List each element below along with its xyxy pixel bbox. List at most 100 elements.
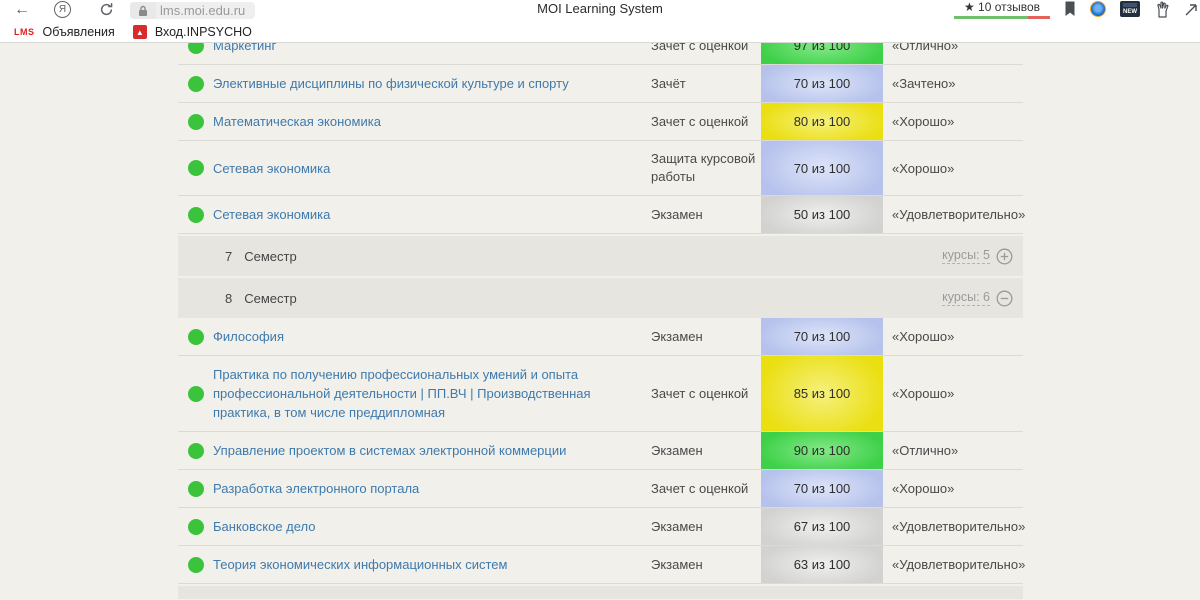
table-row-course: Элективные дисциплины по физической куль… [178, 65, 1023, 103]
status-dot-icon [188, 160, 204, 176]
expand-toggle-icon[interactable] [996, 248, 1013, 265]
address-bar[interactable]: lms.moi.edu.ru [156, 2, 255, 19]
shield-favicon: ▲ [133, 25, 147, 39]
lock-icon[interactable] [130, 2, 156, 19]
grade-label: «Хорошо» [883, 470, 1023, 507]
course-link[interactable]: Философия [213, 327, 284, 346]
table-row-course: Сетевая экономика Экзамен 50 из 100 «Удо… [178, 196, 1023, 234]
bookmarks-bar: LMS Объявления ▲ Вход.INPSYCHO [0, 22, 1200, 43]
control-type-label: Зачет с оценкой [651, 43, 761, 64]
course-link[interactable]: Банковское дело [213, 517, 316, 536]
control-type-label: Экзамен [651, 196, 761, 233]
sidebar-toggle-icon[interactable] [1184, 1, 1198, 22]
bookmark-inpsycho[interactable]: ▲ Вход.INPSYCHO [127, 25, 258, 39]
courses-count-link[interactable]: курсы: 6 [942, 290, 990, 306]
back-icon[interactable]: ← [8, 0, 36, 20]
course-link[interactable]: Сетевая экономика [213, 159, 330, 178]
score-value: 70 из 100 [794, 481, 851, 496]
score-cell: 90 из 100 [761, 432, 883, 469]
score-cell: 80 из 100 [761, 103, 883, 140]
yandex-icon[interactable]: Я [54, 1, 71, 18]
course-link[interactable]: Управление проектом в системах электронн… [213, 441, 566, 460]
bookmark-label: Вход.INPSYCHO [155, 25, 252, 39]
table-row-course: Философия Экзамен 70 из 100 «Хорошо» [178, 318, 1023, 356]
score-value: 70 из 100 [794, 161, 851, 176]
status-dot-icon [188, 43, 204, 54]
semester-number: 7 [225, 249, 232, 264]
score-cell: 70 из 100 [761, 318, 883, 355]
course-link[interactable]: Практика по получению профессиональных у… [213, 365, 606, 422]
browser-window: ← Я lms.moi.edu.ru MOI Learning System ★… [0, 0, 1200, 600]
status-dot-icon [188, 329, 204, 345]
course-link[interactable]: Математическая экономика [213, 112, 381, 131]
extension-blue-icon[interactable] [1090, 1, 1106, 17]
site-reviews-button[interactable]: ★ 10 отзывов [954, 0, 1050, 19]
reviews-rating-bar [954, 16, 1050, 19]
bookmark-label: Объявления [43, 25, 115, 39]
semester-header-row-partial [178, 586, 1023, 599]
score-value: 85 из 100 [794, 386, 851, 401]
browser-toolbar: ← Я lms.moi.edu.ru MOI Learning System ★… [0, 0, 1200, 22]
course-link[interactable]: Сетевая экономика [213, 205, 330, 224]
course-link[interactable]: Разработка электронного портала [213, 479, 419, 498]
status-dot-icon [188, 207, 204, 223]
status-dot-icon [188, 76, 204, 92]
status-dot-icon [188, 519, 204, 535]
reviews-label: ★ 10 отзывов [964, 0, 1040, 14]
grade-label: «Удовлетворительно» [883, 196, 1023, 233]
score-cell: 70 из 100 [761, 65, 883, 102]
table-row-course: Управление проектом в системах электронн… [178, 432, 1023, 470]
semester-number: 8 [225, 291, 232, 306]
table-row-course: Практика по получению профессиональных у… [178, 356, 1023, 432]
score-value: 50 из 100 [794, 207, 851, 222]
grade-label: «Хорошо» [883, 356, 1023, 431]
control-type-label: Экзамен [651, 318, 761, 355]
score-cell: 70 из 100 [761, 470, 883, 507]
table-row-course: Сетевая экономика Защита курсовой работы… [178, 141, 1023, 196]
score-value: 80 из 100 [794, 114, 851, 129]
score-value: 63 из 100 [794, 557, 851, 572]
score-value: 90 из 100 [794, 443, 851, 458]
semester-header-row: 7 Семестр курсы: 5 [178, 236, 1023, 276]
status-dot-icon [188, 481, 204, 497]
table-row-course: Теория экономических информационных сист… [178, 546, 1023, 584]
table-row-course: Маркетинг Зачет с оценкой 97 из 100 «Отл… [178, 43, 1023, 65]
status-dot-icon [188, 443, 204, 459]
score-cell: 97 из 100 [761, 43, 883, 64]
score-cell: 67 из 100 [761, 508, 883, 545]
grade-label: «Зачтено» [883, 65, 1023, 102]
control-type-label: Зачет с оценкой [651, 356, 761, 431]
table-row-course: Разработка электронного портала Зачет с … [178, 470, 1023, 508]
lms-favicon: LMS [14, 27, 35, 37]
score-cell: 50 из 100 [761, 196, 883, 233]
grade-label: «Удовлетворительно» [883, 546, 1023, 583]
hand-protect-icon[interactable] [1154, 1, 1170, 22]
course-link[interactable]: Маркетинг [213, 43, 276, 55]
semester-label: Семестр [244, 249, 296, 264]
grade-label: «Отлично» [883, 43, 1023, 64]
score-cell: 63 из 100 [761, 546, 883, 583]
status-dot-icon [188, 557, 204, 573]
refresh-icon[interactable] [99, 2, 114, 22]
status-dot-icon [188, 386, 204, 402]
score-value: 70 из 100 [794, 329, 851, 344]
extension-new-icon[interactable]: NEW [1120, 1, 1140, 17]
grade-label: «Хорошо» [883, 141, 1023, 195]
control-type-label: Зачет с оценкой [651, 470, 761, 507]
score-cell: 85 из 100 [761, 356, 883, 431]
status-dot-icon [188, 114, 204, 130]
bookmark-announcements[interactable]: LMS Объявления [8, 25, 121, 39]
courses-count-link[interactable]: курсы: 5 [942, 248, 990, 264]
score-value: 70 из 100 [794, 76, 851, 91]
grade-label: «Хорошо» [883, 318, 1023, 355]
expand-toggle-icon[interactable] [996, 290, 1013, 307]
course-link[interactable]: Теория экономических информационных сист… [213, 555, 507, 574]
grades-table: Маркетинг Зачет с оценкой 97 из 100 «Отл… [178, 43, 1023, 599]
control-type-label: Зачет с оценкой [651, 103, 761, 140]
score-cell: 70 из 100 [761, 141, 883, 195]
grade-label: «Хорошо» [883, 103, 1023, 140]
course-link[interactable]: Элективные дисциплины по физической куль… [213, 74, 569, 93]
semester-header-row: 8 Семестр курсы: 6 [178, 278, 1023, 318]
bookmark-flag-icon[interactable] [1064, 1, 1076, 22]
semester-label: Семестр [244, 291, 296, 306]
